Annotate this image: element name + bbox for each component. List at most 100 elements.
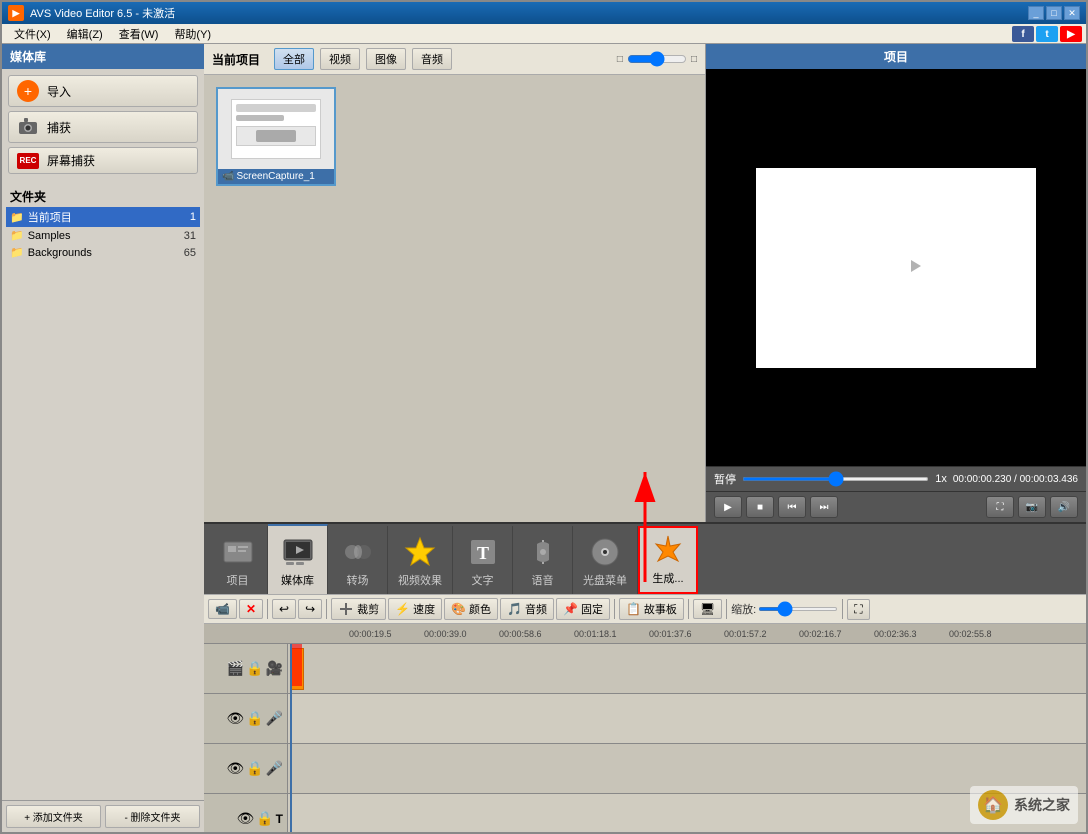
ruler-mark-9: 00:02:55.8 bbox=[949, 624, 992, 643]
tab-video-effects-label: 视频效果 bbox=[398, 572, 442, 588]
folder-samples-name: Samples bbox=[28, 230, 71, 242]
fullscreen-button[interactable]: ⛶ bbox=[986, 496, 1014, 518]
tab-project[interactable]: 项目 bbox=[208, 526, 268, 594]
minimize-button[interactable]: _ bbox=[1028, 6, 1044, 20]
remove-folder-button[interactable]: - 删除文件夹 bbox=[105, 805, 200, 828]
track-2-lock-icon[interactable]: 🔒 bbox=[246, 710, 263, 727]
filter-audio-button[interactable]: 音频 bbox=[412, 48, 452, 70]
timeline-tracks: 🎬 🔒 🎥 👁 🔒 🎤 bbox=[204, 644, 1086, 832]
add-folder-button[interactable]: + 添加文件夹 bbox=[6, 805, 101, 828]
stop-button[interactable]: ■ bbox=[746, 496, 774, 518]
tab-text-label: 文字 bbox=[472, 572, 494, 588]
screen-capture-button[interactable]: REC 屏幕捕获 bbox=[8, 147, 198, 174]
menu-help[interactable]: 帮助(Y) bbox=[166, 24, 219, 44]
tab-transition[interactable]: 转场 bbox=[328, 526, 388, 594]
pause-button[interactable]: 暂停 bbox=[714, 471, 736, 487]
filter-video-button[interactable]: 视频 bbox=[320, 48, 360, 70]
current-project-label: 当前项目 bbox=[212, 51, 260, 68]
track-row-3[interactable] bbox=[288, 744, 1086, 794]
ruler-mark-1: 00:00:19.5 bbox=[349, 624, 392, 643]
play-button[interactable]: ▶ bbox=[714, 496, 742, 518]
folder-samples[interactable]: 📁 Samples 31 bbox=[6, 227, 200, 244]
screenshot-button[interactable]: 📷 bbox=[1018, 496, 1046, 518]
speed-slider[interactable] bbox=[742, 477, 929, 481]
menu-edit[interactable]: 编辑(Z) bbox=[59, 24, 111, 44]
track-3-eye-icon[interactable]: 👁 bbox=[226, 760, 244, 777]
window-controls[interactable]: _ □ ✕ bbox=[1028, 6, 1080, 20]
track-1-video-icon[interactable]: 🎥 bbox=[266, 660, 283, 677]
tab-media[interactable]: 媒体库 bbox=[268, 524, 328, 594]
toolbar-audio-btn[interactable]: 🎵 音频 bbox=[500, 598, 554, 620]
facebook-icon[interactable]: f bbox=[1012, 26, 1034, 42]
toolbar-undo-btn[interactable]: ↩ bbox=[272, 599, 296, 619]
toolbar-video-btn[interactable]: 📹 bbox=[208, 599, 237, 619]
track-2-audio-icon[interactable]: 🎤 bbox=[266, 710, 283, 727]
menu-view[interactable]: 查看(W) bbox=[111, 24, 167, 44]
track-4-text-icon[interactable]: T bbox=[276, 812, 283, 826]
track-1-film-icon[interactable]: 🎬 bbox=[227, 660, 244, 677]
ruler-mark-7: 00:02:16.7 bbox=[799, 624, 842, 643]
toolbar-cut-btn[interactable]: 裁剪 bbox=[331, 598, 386, 620]
volume-button[interactable]: 🔊 bbox=[1050, 496, 1078, 518]
prev-button[interactable]: ⏮ bbox=[778, 496, 806, 518]
tab-generate[interactable]: 生成... bbox=[638, 526, 698, 594]
ruler-mark-2: 00:00:39.0 bbox=[424, 624, 467, 643]
zoom-slider[interactable] bbox=[758, 607, 838, 611]
tab-audio[interactable]: 语音 bbox=[513, 526, 573, 594]
filter-slider: □ □ bbox=[617, 51, 697, 67]
toolbar-monitor-btn[interactable]: 🖥 bbox=[693, 599, 722, 619]
filter-image-button[interactable]: 图像 bbox=[366, 48, 406, 70]
track-3-audio-icon[interactable]: 🎤 bbox=[266, 760, 283, 777]
media-item-screencapture[interactable]: 📹 ScreenCapture_1 bbox=[216, 87, 336, 186]
toolbar-storyboard-btn[interactable]: 📋 故事板 bbox=[619, 598, 684, 620]
media-thumb-screencapture bbox=[218, 89, 334, 169]
menu-file[interactable]: 文件(X) bbox=[6, 24, 59, 44]
capture-button[interactable]: 捕获 bbox=[8, 111, 198, 143]
preview-cursor-icon bbox=[911, 260, 921, 272]
toolbar-sep-1 bbox=[267, 599, 268, 619]
next-button[interactable]: ⏭ bbox=[810, 496, 838, 518]
import-label: 导入 bbox=[47, 83, 71, 100]
toolbar-color-btn[interactable]: 🎨 颜色 bbox=[444, 598, 498, 620]
size-slider[interactable] bbox=[627, 51, 687, 67]
track-2-eye-icon[interactable]: 👁 bbox=[226, 710, 244, 727]
toolbar-fit-btn[interactable]: ⛶ bbox=[847, 599, 869, 620]
toolbar-redo-btn[interactable]: ↪ bbox=[298, 599, 322, 619]
capture-label: 捕获 bbox=[47, 119, 71, 136]
menu-bar: 文件(X) 编辑(Z) 查看(W) 帮助(Y) f t ▶ bbox=[2, 24, 1086, 44]
screen-capture-label: 屏幕捕获 bbox=[47, 152, 95, 169]
track-4-lock-icon[interactable]: 🔒 bbox=[256, 810, 273, 827]
folder-current-project-name: 当前项目 bbox=[28, 209, 72, 225]
tab-disc-menu[interactable]: 光盘菜单 bbox=[573, 526, 638, 594]
folder-backgrounds[interactable]: 📁 Backgrounds 65 bbox=[6, 244, 200, 261]
track-row-4[interactable] bbox=[288, 794, 1086, 832]
maximize-button[interactable]: □ bbox=[1046, 6, 1062, 20]
media-name: ScreenCapture_1 bbox=[236, 171, 314, 182]
tab-transition-label: 转场 bbox=[347, 572, 369, 588]
generate-tab-icon bbox=[652, 534, 684, 566]
track-4-eye-icon[interactable]: 👁 bbox=[236, 810, 254, 827]
toolbar-zoom-label: 缩放: bbox=[731, 601, 756, 617]
toolbar-fixed-btn[interactable]: 📌 固定 bbox=[556, 598, 610, 620]
tab-video-effects[interactable]: 视频效果 bbox=[388, 526, 453, 594]
track-3-lock-icon[interactable]: 🔒 bbox=[246, 760, 263, 777]
filter-all-button[interactable]: 全部 bbox=[274, 48, 314, 70]
folder-current-project[interactable]: 📁 当前项目 1 bbox=[6, 207, 200, 227]
window-title: AVS Video Editor 6.5 - 未激活 bbox=[30, 5, 1028, 21]
import-button[interactable]: + 导入 bbox=[8, 75, 198, 107]
folder-actions: + 添加文件夹 - 删除文件夹 bbox=[2, 800, 204, 832]
track-1-lock-icon[interactable]: 🔒 bbox=[246, 660, 263, 677]
tab-text[interactable]: T 文字 bbox=[453, 526, 513, 594]
preview-controls: 暂停 1x 00:00:00.230 / 00:00:03.436 bbox=[706, 466, 1086, 491]
youtube-icon[interactable]: ▶ bbox=[1060, 26, 1082, 42]
ruler-mark-3: 00:00:58.6 bbox=[499, 624, 542, 643]
twitter-icon[interactable]: t bbox=[1036, 26, 1058, 42]
playhead[interactable] bbox=[290, 644, 292, 832]
tab-disc-menu-label: 光盘菜单 bbox=[583, 572, 627, 588]
track-label-4: 👁 🔒 T bbox=[204, 794, 287, 832]
toolbar-delete-btn[interactable]: ✕ bbox=[239, 599, 263, 619]
close-button[interactable]: ✕ bbox=[1064, 6, 1080, 20]
toolbar-speed-btn[interactable]: ⚡ 速度 bbox=[388, 598, 442, 620]
track-row-1[interactable] bbox=[288, 644, 1086, 694]
track-row-2[interactable] bbox=[288, 694, 1086, 744]
